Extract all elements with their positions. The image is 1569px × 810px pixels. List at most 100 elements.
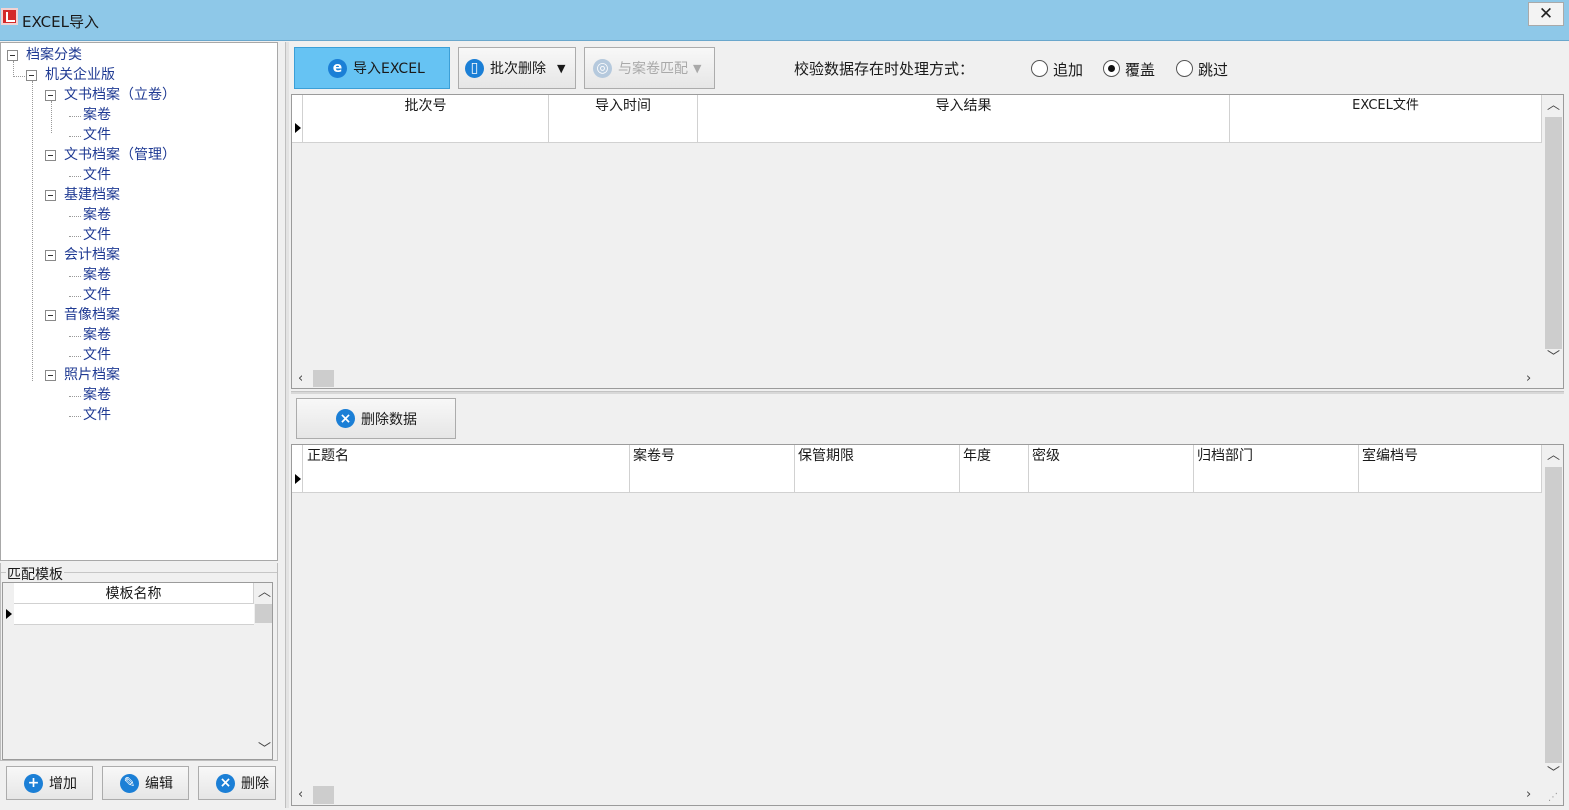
column-header-year[interactable]: 年度 (960, 445, 1029, 493)
scroll-down-icon[interactable]: ﹀ (1547, 351, 1560, 364)
tree-leaf[interactable]: 文件 (83, 345, 111, 365)
scroll-thumb[interactable] (313, 786, 334, 804)
scroll-left-icon[interactable]: ‹ (298, 372, 303, 385)
match-label: 与案卷匹配 (618, 61, 688, 77)
tree-org[interactable]: 机关企业版 (45, 65, 115, 85)
close-button[interactable]: ✕ (1528, 2, 1564, 26)
scroll-down-icon[interactable]: ﹀ (1547, 767, 1560, 780)
horizontal-scrollbar[interactable]: ‹ › (292, 369, 1543, 388)
column-header[interactable]: 模板名称 (14, 583, 254, 604)
splitter[interactable] (285, 42, 289, 808)
column-header-result[interactable]: 导入结果 (698, 95, 1230, 143)
radio-overwrite[interactable] (1103, 60, 1120, 77)
header-retention: 保管期限 (798, 448, 854, 464)
data-grid[interactable]: 正题名 案卷号 保管期限 年度 密级 归档部门 室编档号 ︿ ﹀ ‹ › (291, 444, 1564, 806)
radio-skip[interactable] (1176, 60, 1193, 77)
radio-overwrite-label[interactable]: 覆盖 (1125, 59, 1155, 80)
import-excel-button[interactable]: e 导入EXCEL (294, 47, 450, 89)
scroll-thumb[interactable] (1545, 117, 1562, 349)
scroll-thumb[interactable] (255, 604, 272, 623)
header-volume-no: 案卷号 (633, 448, 675, 464)
tree-line (69, 336, 81, 337)
edit-template-button[interactable]: ✎ 编辑 (102, 766, 189, 800)
tree-leaf[interactable]: 文件 (83, 405, 111, 425)
tree-category[interactable]: 会计档案 (64, 245, 120, 265)
collapse-icon[interactable] (45, 250, 56, 261)
vertical-scrollbar[interactable]: ︿ ﹀ (1543, 95, 1563, 369)
column-header-batch[interactable]: 批次号 (303, 95, 549, 143)
tree-leaf[interactable]: 案卷 (83, 385, 111, 405)
add-label: 增加 (49, 776, 77, 792)
scroll-right-icon[interactable]: › (1526, 788, 1531, 801)
column-header-time[interactable]: 导入时间 (549, 95, 698, 143)
chevron-down-icon[interactable]: ▼ (557, 62, 565, 75)
chevron-down-icon[interactable]: ▼ (693, 62, 701, 75)
row-header-cell[interactable] (292, 95, 303, 143)
tree-line (69, 356, 81, 357)
check-mode-label: 校验数据存在时处理方式： (794, 60, 975, 78)
collapse-icon[interactable] (45, 190, 56, 201)
scroll-right-icon[interactable]: › (1526, 372, 1531, 385)
header-import-result: 导入结果 (935, 98, 992, 114)
tree-line (69, 416, 81, 417)
current-row-icon (295, 474, 301, 484)
horizontal-scrollbar[interactable]: ‹ › (292, 785, 1543, 805)
collapse-icon[interactable] (45, 150, 56, 161)
collapse-icon[interactable] (45, 90, 56, 101)
tree-leaf[interactable]: 案卷 (83, 325, 111, 345)
column-header-room-no[interactable]: 室编档号 (1359, 445, 1542, 493)
table-row[interactable] (14, 604, 254, 625)
vertical-scrollbar[interactable]: ︿ ﹀ (254, 583, 272, 759)
scroll-thumb[interactable] (1545, 467, 1562, 763)
column-header-file[interactable]: EXCEL文件 (1230, 95, 1542, 143)
edit-label: 编辑 (145, 776, 173, 792)
x-circle-icon: × (216, 773, 235, 793)
scroll-up-icon[interactable]: ︿ (1547, 449, 1560, 462)
category-tree[interactable]: 档案分类 机关企业版 文书档案（立卷） 案卷 文件 文书档案（管理） 文件 基建… (0, 42, 278, 561)
template-group-title: 匹配模板 (6, 564, 64, 584)
column-header-security[interactable]: 密级 (1029, 445, 1194, 493)
tree-leaf[interactable]: 案卷 (83, 105, 111, 125)
batch-delete-button[interactable]: ▯ 批次删除 ▼ (458, 47, 576, 89)
tree-category[interactable]: 文书档案（管理） (64, 145, 176, 165)
resize-grip-icon[interactable]: ⋰ (1548, 792, 1562, 806)
radio-append[interactable] (1031, 60, 1048, 77)
collapse-icon[interactable] (45, 310, 56, 321)
column-header-volume-no[interactable]: 案卷号 (630, 445, 795, 493)
tree-leaf[interactable]: 案卷 (83, 265, 111, 285)
tree-leaf[interactable]: 文件 (83, 285, 111, 305)
vertical-scrollbar[interactable]: ︿ ﹀ (1543, 445, 1563, 785)
collapse-icon[interactable] (26, 70, 37, 81)
column-header-department[interactable]: 归档部门 (1194, 445, 1359, 493)
row-header-cell[interactable] (292, 445, 303, 493)
scroll-left-icon[interactable]: ‹ (298, 788, 303, 801)
collapse-icon[interactable] (7, 50, 18, 61)
tree-leaf[interactable]: 文件 (83, 125, 111, 145)
scroll-up-icon[interactable]: ︿ (1547, 99, 1560, 112)
column-header-retention[interactable]: 保管期限 (795, 445, 960, 493)
scroll-up-icon[interactable]: ︿ (258, 586, 271, 599)
tree-leaf[interactable]: 案卷 (83, 205, 111, 225)
radio-append-label[interactable]: 追加 (1053, 59, 1083, 80)
radio-skip-label[interactable]: 跳过 (1198, 59, 1228, 80)
batch-grid[interactable]: 批次号 导入时间 导入结果 EXCEL文件 ︿ ﹀ ‹ › (291, 94, 1564, 389)
scroll-thumb[interactable] (313, 370, 334, 387)
app-logo-icon (1, 8, 18, 25)
tree-root[interactable]: 档案分类 (26, 45, 82, 65)
tree-category[interactable]: 文书档案（立卷） (64, 85, 176, 105)
section-divider[interactable] (291, 391, 1564, 394)
delete-template-button[interactable]: × 删除 (198, 766, 276, 800)
tree-category[interactable]: 音像档案 (64, 305, 120, 325)
tree-leaf[interactable]: 文件 (83, 165, 111, 185)
tree-category[interactable]: 照片档案 (64, 365, 120, 385)
collapse-icon[interactable] (45, 370, 56, 381)
tree-leaf[interactable]: 文件 (83, 225, 111, 245)
tree-line (69, 176, 81, 177)
tree-category[interactable]: 基建档案 (64, 185, 120, 205)
column-header-title[interactable]: 正题名 (303, 445, 630, 493)
scroll-down-icon[interactable]: ﹀ (258, 743, 271, 756)
add-template-button[interactable]: + 增加 (6, 766, 93, 800)
delete-data-button[interactable]: × 删除数据 (296, 398, 456, 439)
template-grid[interactable]: 模板名称 ︿ ﹀ (2, 582, 273, 760)
match-volume-button[interactable]: ◎ 与案卷匹配 ▼ (584, 47, 715, 89)
